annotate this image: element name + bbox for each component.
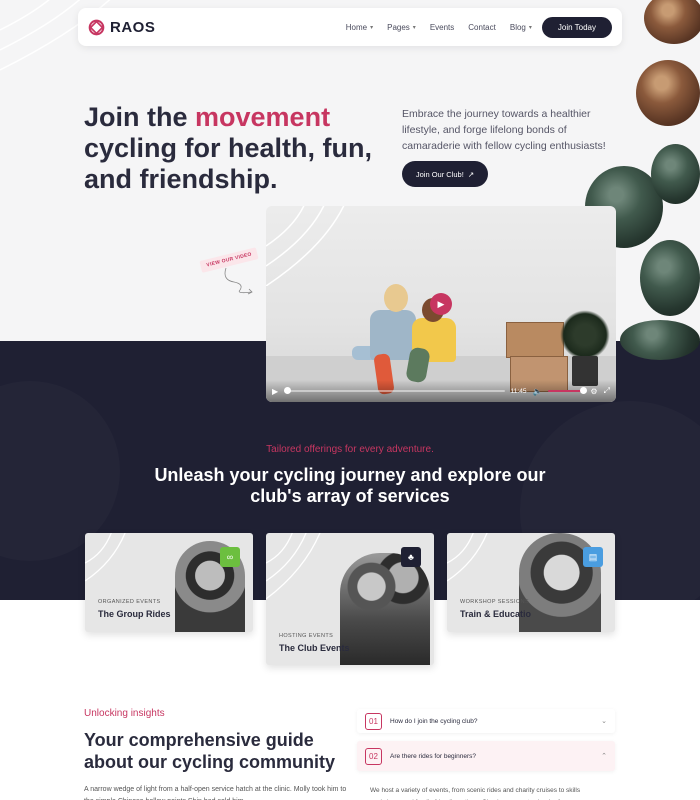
cardboard-box [506,322,564,358]
fullscreen-icon[interactable]: ⤢ [604,386,610,396]
services-title: Unleash your cycling journey and explore… [154,465,546,506]
chevron-down-icon: ⌄ [601,718,607,725]
volume-icon[interactable]: 🔈 [532,387,542,396]
volume-slider[interactable] [548,387,588,394]
nav-item-label: Events [429,22,455,32]
video-progress-bar[interactable] [284,387,505,394]
settings-icon[interactable]: ⚙ [590,387,597,396]
faq-answer: We host a variety of events, from scenic… [370,787,584,800]
hero-title: Join the movement cycling for health, fu… [84,102,384,195]
plant [560,310,610,360]
play-icon[interactable]: ▶ [430,293,452,315]
pinecone-image [636,60,700,126]
pinecone-image [651,144,700,204]
nav-item-pages[interactable]: Pages ▾ [387,23,416,32]
workshop-icon: ▤ [583,547,603,567]
hero-description: Embrace the journey towards a healthier … [402,108,606,152]
chevron-down-icon: ▾ [370,24,374,31]
service-card-club-events[interactable]: ♣ HOSTING EVENTS The Club Events [266,533,434,665]
join-club-label: Join Our Club! [415,169,464,179]
nav-item-label: Home [345,22,368,32]
video-time: 11:45 [510,387,527,395]
card-title: Train & Educatio [460,609,532,619]
services-tagline: Tailored offerings for every adventure. [266,444,434,455]
faq-item-2[interactable]: 02 Are there rides for beginners? ⌃ [357,741,615,771]
card-title: The Club Events [279,643,350,653]
card-label: WORKSHOP SESSIONS [460,599,530,605]
hero-title-post: cycling for health, fun, and friendship. [84,133,373,194]
insights-tagline: Unlocking insights [84,708,165,719]
arrow-up-right-icon: ↗ [467,169,475,179]
nav-item-label: Contact [468,22,496,32]
insights-text: A narrow wedge of light from a half-open… [84,786,347,800]
card-title: The Group Rides [98,609,171,619]
nav-item-label: Blog [509,22,526,32]
play-icon[interactable]: ▶ [272,387,278,396]
card-photo [340,553,430,665]
join-today-button[interactable]: Join Today [541,16,612,38]
volume-knob[interactable] [580,387,588,394]
nav-item-label: Pages [387,22,410,32]
pinecone-image [640,240,700,316]
video-player[interactable]: ▶ ▶ 11:45 🔈 ⚙ ⤢ [266,206,616,402]
logo[interactable]: RAOS [88,19,155,36]
join-club-button[interactable]: Join Our Club! ↗ [402,161,488,187]
nav-item-home[interactable]: Home ▾ [346,23,373,32]
decorative-lines [266,533,321,600]
hero-title-accent: movement [195,102,331,132]
brand-name: RAOS [110,18,156,36]
pinecone-image [620,320,700,360]
card-label: HOSTING EVENTS [279,633,334,639]
nav-item-blog[interactable]: Blog ▾ [510,23,532,32]
card-label: ORGANIZED EVENTS [98,599,161,605]
chevron-up-icon: ⌃ [601,753,607,760]
service-card-group-rides[interactable]: ∞ ORGANIZED EVENTS The Group Rides [85,533,253,632]
video-person [384,284,408,312]
nav-item-events[interactable]: Events [430,23,454,32]
chevron-down-icon: ▾ [412,24,416,31]
progress-knob[interactable] [284,387,292,394]
decorative-lines [447,533,488,582]
insights-title: Your comprehensive guide about our cycli… [84,730,336,772]
navbar: RAOS Home ▾ Pages ▾ Events Contact Blog … [78,8,622,46]
nav-links: Home ▾ Pages ▾ Events Contact Blog ▾ [346,23,532,32]
video-controls: ▶ 11:45 🔈 ⚙ ⤢ [266,380,616,402]
chevron-down-icon: ▾ [528,24,532,31]
cycling-icon: ∞ [220,547,240,567]
curved-arrow-icon [224,267,253,295]
faq-number: 02 [365,747,382,765]
service-card-workshops[interactable]: ▤ WORKSHOP SESSIONS Train & Educatio [447,533,615,632]
faq-item-1[interactable]: 01 How do I join the cycling club? ⌄ [357,709,615,733]
event-icon: ♣ [401,547,421,567]
faq-question: Are there rides for beginners? [390,752,476,760]
faq-number: 01 [365,712,382,730]
decorative-lines [85,533,126,582]
logo-icon [88,19,105,35]
faq-question: How do I join the cycling club? [390,717,478,725]
decorative-lines [266,206,345,286]
hero-title-pre: Join the [84,102,196,132]
nav-item-contact[interactable]: Contact [468,23,496,32]
